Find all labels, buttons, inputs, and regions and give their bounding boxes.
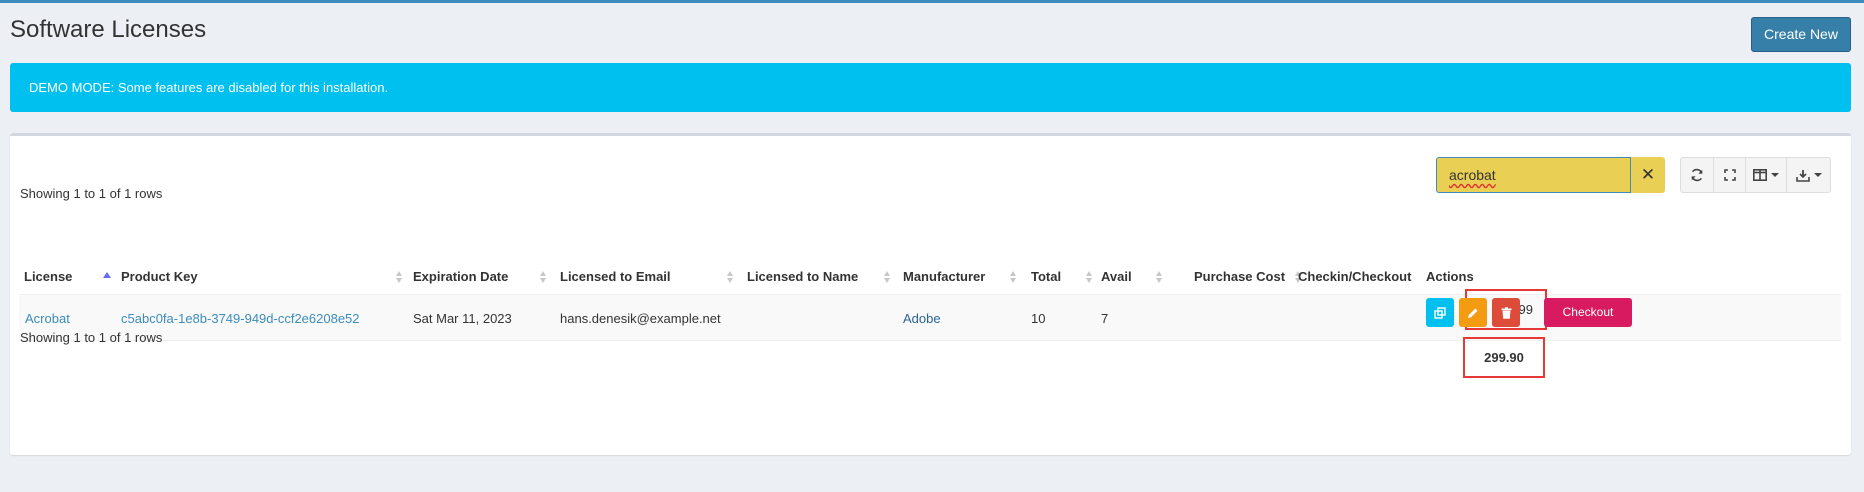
export-icon: [1795, 169, 1810, 182]
checkout-button[interactable]: Checkout: [1544, 298, 1632, 327]
columns-icon: [1753, 169, 1767, 181]
column-checkin-checkout: Checkin/Checkout: [1298, 259, 1418, 294]
column-actions-label: Actions: [1426, 269, 1474, 284]
pencil-icon: [1468, 308, 1478, 318]
pagination-info-bottom: Showing 1 to 1 of 1 rows: [20, 330, 163, 345]
licensed-email: hans.denesik@example.net: [560, 311, 721, 326]
edit-button[interactable]: [1459, 298, 1487, 327]
export-button[interactable]: [1786, 157, 1831, 193]
purchase-cost-total: 299.90: [1463, 337, 1545, 378]
sort-icon: [396, 271, 403, 283]
manufacturer-link[interactable]: Adobe: [903, 295, 941, 342]
refresh-icon: [1691, 168, 1703, 182]
create-new-button[interactable]: Create New: [1751, 17, 1851, 52]
columns-toggle-button[interactable]: [1745, 157, 1787, 193]
licenses-panel: acrobat ✕ Showing 1 to 1 of 1 rows Licen…: [10, 133, 1851, 455]
demo-mode-alert: DEMO MODE: Some features are disabled fo…: [10, 63, 1851, 112]
column-purchase-cost[interactable]: Purchase Cost: [1194, 259, 1304, 294]
sort-icon: [727, 271, 734, 283]
sort-icon: [1010, 271, 1017, 283]
column-expiration-date-label: Expiration Date: [413, 269, 509, 284]
expiration-date: Sat Mar 11, 2023: [413, 311, 512, 326]
column-manufacturer[interactable]: Manufacturer: [903, 259, 1023, 294]
total-seats: 10: [1031, 311, 1046, 326]
search-value: acrobat: [1449, 167, 1496, 183]
clone-icon: [1434, 306, 1446, 319]
column-total-label: Total: [1031, 269, 1062, 284]
clear-search-button[interactable]: ✕: [1631, 157, 1665, 193]
column-avail-label: Avail: [1101, 269, 1132, 284]
top-accent-bar: [0, 0, 1864, 3]
sort-icon: [884, 271, 891, 283]
sort-icon: [540, 271, 547, 283]
chevron-down-icon: [1771, 173, 1779, 177]
table-header: License Product Key Expiration Date Lice…: [19, 259, 1841, 294]
column-checkin-checkout-label: Checkin/Checkout: [1298, 269, 1412, 284]
available-seats: 7: [1101, 311, 1109, 326]
sort-asc-icon: [103, 272, 111, 278]
fullscreen-icon: [1723, 169, 1736, 181]
page-title: Software Licenses: [10, 16, 207, 43]
clone-button[interactable]: [1426, 298, 1454, 327]
column-license[interactable]: License: [24, 259, 116, 294]
refresh-button[interactable]: [1680, 157, 1714, 193]
column-purchase-cost-label: Purchase Cost: [1194, 269, 1286, 284]
column-manufacturer-label: Manufacturer: [903, 269, 986, 284]
column-avail[interactable]: Avail: [1101, 259, 1169, 294]
search-input[interactable]: acrobat: [1436, 157, 1631, 193]
column-licensed-email-label: Licensed to Email: [560, 269, 671, 284]
column-license-label: License: [24, 269, 73, 284]
chevron-down-icon: [1813, 173, 1822, 177]
column-licensed-name-label: Licensed to Name: [747, 269, 859, 284]
column-licensed-name[interactable]: Licensed to Name: [747, 259, 897, 294]
column-licensed-email[interactable]: Licensed to Email: [560, 259, 740, 294]
column-expiration-date[interactable]: Expiration Date: [413, 259, 553, 294]
delete-button[interactable]: [1492, 298, 1520, 327]
sort-icon: [1156, 271, 1163, 283]
column-product-key-label: Product Key: [121, 269, 198, 284]
sort-icon: [1086, 271, 1093, 283]
fullscreen-button[interactable]: [1713, 157, 1746, 193]
trash-icon: [1501, 306, 1511, 319]
column-product-key[interactable]: Product Key: [121, 259, 409, 294]
pagination-info-top: Showing 1 to 1 of 1 rows: [20, 186, 163, 201]
column-total[interactable]: Total: [1031, 259, 1099, 294]
